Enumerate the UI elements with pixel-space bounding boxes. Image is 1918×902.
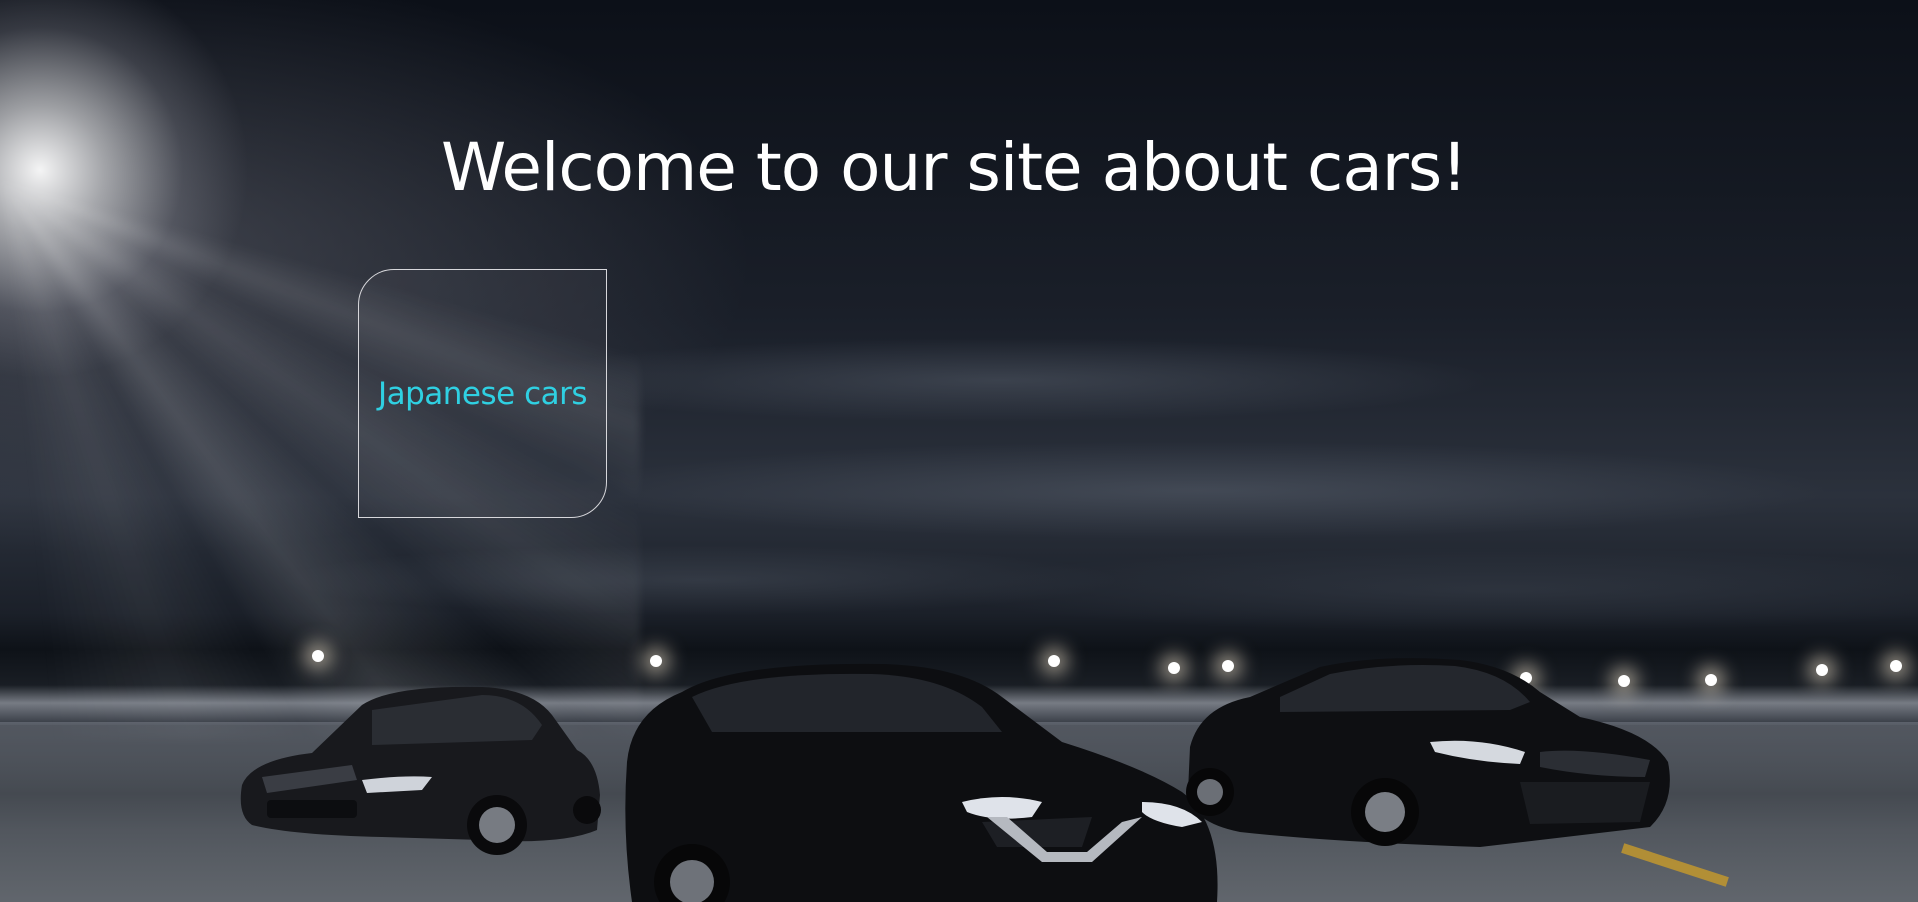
hero-background: Welcome to our site about cars! Japanese… [0, 0, 1918, 902]
car-center [622, 652, 1222, 902]
japanese-cars-card-label: Japanese cars [377, 375, 588, 412]
floodlight [1816, 664, 1828, 676]
page-title: Welcome to our site about cars! [441, 129, 1468, 206]
floodlight [1705, 674, 1717, 686]
car-left [232, 665, 604, 865]
floodlight [312, 650, 324, 662]
car-right [1180, 652, 1676, 867]
floodlight [1890, 660, 1902, 672]
night-clouds [0, 260, 1918, 640]
japanese-cars-card[interactable]: Japanese cars [358, 269, 607, 518]
